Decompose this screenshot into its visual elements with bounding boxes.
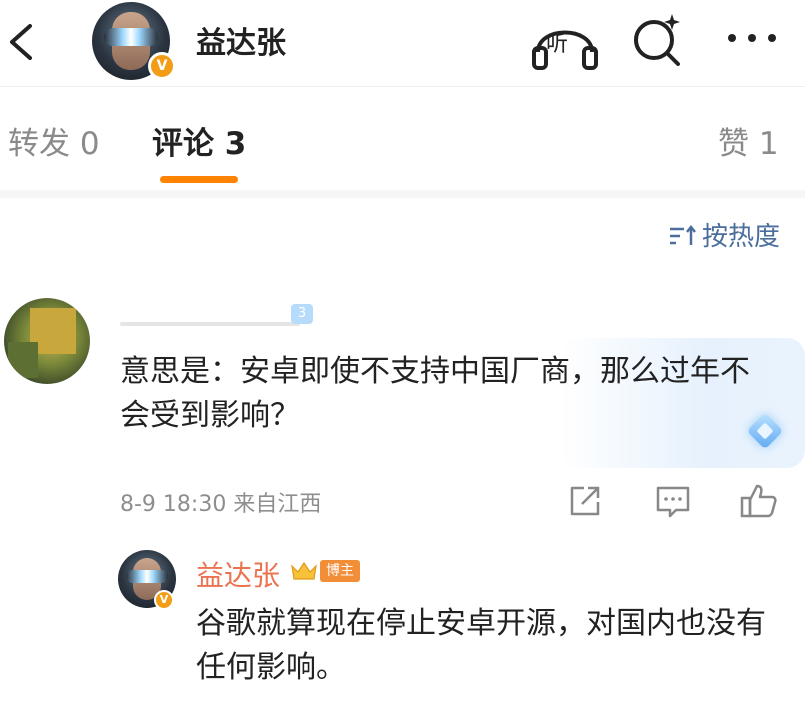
sort-label: 按热度 <box>702 222 781 252</box>
reply-text: 谷歌就算现在停止安卓开源，对国内也没有任何影响。 <box>196 606 766 685</box>
reply-author-name[interactable]: 益达张 <box>196 554 280 594</box>
sort-icon <box>670 224 696 245</box>
search-sparkle-icon <box>634 14 680 66</box>
tab-likes[interactable]: 赞 1 <box>718 118 779 163</box>
comment-meta: 8-9 18:30 来自江西 <box>120 492 322 517</box>
chevron-left-icon <box>10 24 32 60</box>
tab-repost-label: 转发 <box>8 126 70 162</box>
share-button[interactable] <box>564 480 606 522</box>
tab-likes-count: 1 <box>758 126 779 162</box>
verified-badge: V <box>148 52 176 80</box>
active-tab-indicator <box>160 176 238 183</box>
tab-repost[interactable]: 转发 0 <box>8 118 100 163</box>
comment-icon <box>656 486 690 518</box>
tab-comments[interactable]: 评论 3 <box>152 118 246 163</box>
sort-by-hot-button[interactable]: 按热度 <box>668 216 780 253</box>
back-button[interactable] <box>0 14 50 70</box>
host-badge: 博主 <box>320 560 360 582</box>
commenter-avatar[interactable] <box>4 298 90 384</box>
like-button[interactable] <box>738 480 780 522</box>
thumbs-up-icon <box>740 484 777 518</box>
tab-comments-label: 评论 <box>152 126 214 162</box>
listen-button[interactable]: 听 <box>530 12 600 72</box>
share-icon <box>570 486 600 516</box>
reply-button[interactable] <box>652 480 694 522</box>
more-dots-icon <box>728 34 776 42</box>
avatar-pixel <box>8 342 38 378</box>
comment-text: 意思是：安卓即使不支持中国厂商，那么过年不会受到影响？ <box>120 354 750 433</box>
section-divider <box>0 190 805 198</box>
avatar-visor <box>104 28 158 46</box>
avatar-visor <box>126 570 168 583</box>
reply-verified-badge: V <box>154 590 174 610</box>
tab-likes-label: 赞 <box>718 126 749 162</box>
author-name[interactable]: 益达张 <box>196 18 286 62</box>
search-button[interactable] <box>628 10 688 70</box>
tab-comments-count: 3 <box>224 126 247 162</box>
user-level-badge: 3 <box>291 304 313 324</box>
tab-repost-count: 0 <box>79 126 100 162</box>
listen-label: 听 <box>546 32 569 57</box>
more-button[interactable] <box>718 10 788 70</box>
crown-icon <box>290 560 318 582</box>
commenter-name-redacted[interactable] <box>120 322 300 326</box>
